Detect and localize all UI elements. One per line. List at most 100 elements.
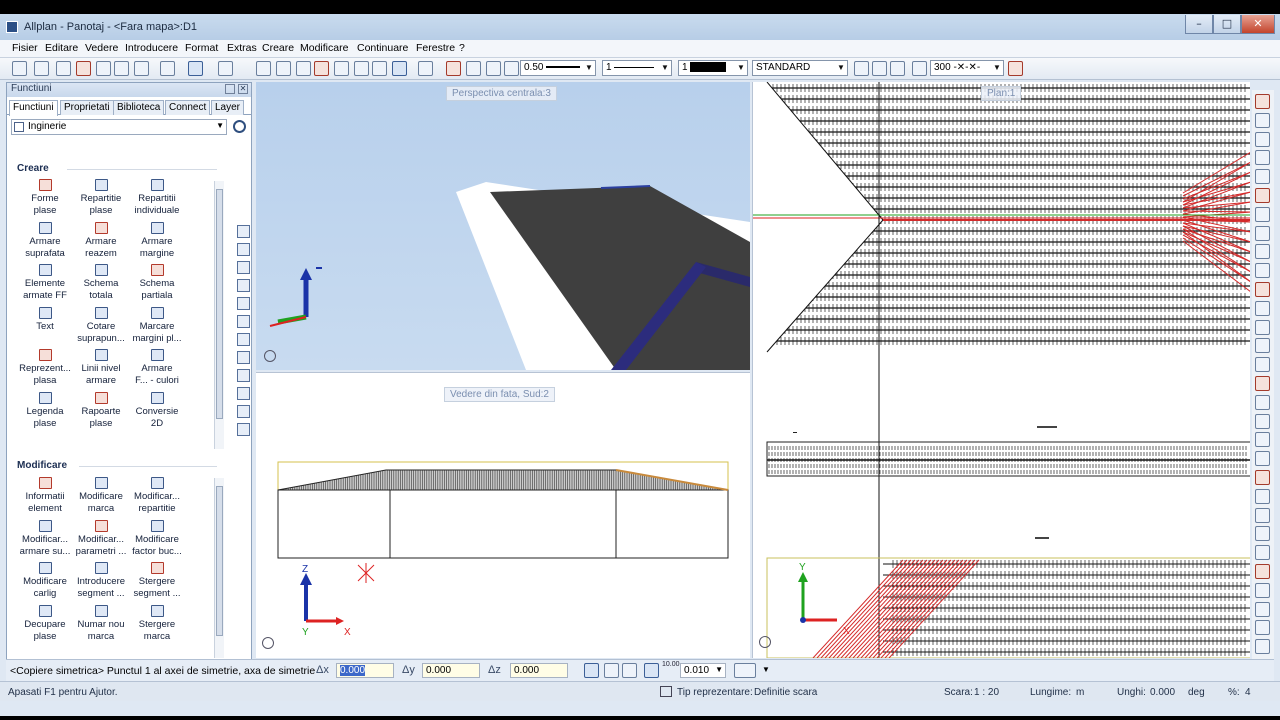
menu-editare[interactable]: Editare <box>45 42 78 54</box>
create-function-item[interactable]: Schema totala <box>73 264 129 306</box>
layer-select[interactable]: STANDARD ▼ <box>752 60 848 76</box>
search-icon[interactable] <box>233 120 246 133</box>
menu-creare[interactable]: Creare <box>262 42 294 54</box>
module-select[interactable]: Inginerie ▼ <box>11 119 227 135</box>
layer-settings-icon[interactable] <box>854 61 869 76</box>
move-icon[interactable] <box>96 61 111 76</box>
scrollbar-thumb[interactable] <box>216 486 223 636</box>
window-icon[interactable] <box>372 61 387 76</box>
pipette-icon[interactable] <box>504 61 519 76</box>
create-function-item[interactable]: Repartitie plase <box>73 179 129 221</box>
tool-icon[interactable] <box>237 423 250 436</box>
app-icon[interactable] <box>6 21 18 33</box>
pin-icon[interactable] <box>225 84 235 94</box>
create-function-item[interactable]: Marcare margini pl... <box>129 306 185 349</box>
tool-icon[interactable] <box>237 243 250 256</box>
modify-scrollbar[interactable] <box>214 478 224 658</box>
modify-function-item[interactable]: Stergere segment ... <box>129 562 185 604</box>
transfer-icon[interactable] <box>354 61 369 76</box>
maximize-button[interactable]: □ <box>1213 15 1241 34</box>
create-function-item[interactable]: Armare suprafata <box>17 221 73 264</box>
wizard-icon[interactable] <box>76 61 91 76</box>
create-function-item[interactable]: Rapoarte plase <box>73 391 129 434</box>
view-settings-icon[interactable] <box>264 350 276 362</box>
minimize-button[interactable]: – <box>1185 15 1213 34</box>
create-function-item[interactable]: Forme plase <box>17 179 73 221</box>
menu-introducere[interactable]: Introducere <box>125 42 178 54</box>
modify-function-item[interactable]: Stergere marca <box>129 604 185 647</box>
create-function-item[interactable]: Legenda plase <box>17 391 73 434</box>
create-function-item[interactable]: Repartitii individuale <box>129 179 185 221</box>
layer-visibility-icon[interactable] <box>872 61 887 76</box>
tool-icon[interactable] <box>237 315 250 328</box>
scrollbar-thumb[interactable] <box>216 189 223 419</box>
tool-icon[interactable] <box>237 333 250 346</box>
menu-format[interactable]: Format <box>185 42 218 54</box>
modify-function-item[interactable]: Introducere segment ... <box>73 562 129 604</box>
tool-icon[interactable] <box>237 225 250 238</box>
undo-icon[interactable] <box>188 61 203 76</box>
create-function-item[interactable]: Cotare suprapun... <box>73 306 129 349</box>
modify-function-item[interactable]: Informatii element <box>17 477 73 519</box>
tool-icon[interactable] <box>237 405 250 418</box>
color-select[interactable]: 1 ▼ <box>678 60 748 76</box>
modify-function-item[interactable]: Modificare carlig <box>17 562 73 604</box>
snap-icon[interactable] <box>912 61 927 76</box>
menu-fisier[interactable]: Fisier <box>12 42 38 54</box>
open-icon[interactable] <box>56 61 71 76</box>
viewport-front[interactable]: Z Y X Vedere din fata, Sud:2 <box>256 372 750 658</box>
create-function-item[interactable]: Armare reazem <box>73 221 129 264</box>
create-function-item[interactable]: Text <box>17 306 73 349</box>
save-icon[interactable] <box>114 61 129 76</box>
help-icon[interactable] <box>418 61 433 76</box>
close-icon[interactable]: ✕ <box>238 84 248 94</box>
pointer-icon[interactable] <box>466 61 481 76</box>
tool-icon[interactable] <box>237 279 250 292</box>
tool-icon[interactable] <box>237 297 250 310</box>
create-scrollbar[interactable] <box>214 181 224 449</box>
copy-icon[interactable] <box>276 61 291 76</box>
modify-function-item[interactable]: Modificar... parametri ... <box>73 519 129 562</box>
layer-lock-icon[interactable] <box>890 61 905 76</box>
menu-modificare[interactable]: Modificare <box>300 42 348 54</box>
modify-function-item[interactable]: Modificare marca <box>73 477 129 519</box>
menu-help[interactable]: ? <box>459 42 465 54</box>
redo-icon[interactable] <box>218 61 233 76</box>
print-icon[interactable] <box>134 61 149 76</box>
create-function-item[interactable]: Elemente armate FF <box>17 264 73 306</box>
create-function-item[interactable]: Conversie 2D <box>129 391 185 434</box>
create-function-item[interactable]: Reprezent... plasa <box>17 349 73 391</box>
pen-icon[interactable] <box>486 61 501 76</box>
menu-extras[interactable]: Extras <box>227 42 257 54</box>
delete-icon[interactable] <box>314 61 329 76</box>
menu-ferestre[interactable]: Ferestre <box>416 42 455 54</box>
tab-functiuni[interactable]: Functiuni <box>9 100 58 116</box>
paste-icon[interactable] <box>296 61 311 76</box>
tool-icon[interactable] <box>237 351 250 364</box>
tab-biblioteca[interactable]: Biblioteca <box>113 100 165 115</box>
format-icon[interactable] <box>446 61 461 76</box>
viewport-perspective[interactable]: Perspectiva centrala:3 <box>256 82 750 370</box>
create-function-item[interactable]: Schema partiala <box>129 264 185 306</box>
line-type-select[interactable]: 1 ▼ <box>602 60 672 76</box>
menu-vedere[interactable]: Vedere <box>85 42 118 54</box>
view-settings-icon[interactable] <box>262 637 274 649</box>
create-function-item[interactable]: Armare F... - culori <box>129 349 185 391</box>
cut-icon[interactable] <box>256 61 271 76</box>
modify-function-item[interactable]: Modificar... armare su... <box>17 519 73 562</box>
pattern-select[interactable]: 300 -✕-✕- ▼ <box>930 60 1004 76</box>
tab-layer[interactable]: Layer <box>211 100 245 115</box>
plot-icon[interactable] <box>160 61 175 76</box>
new-file-icon[interactable] <box>12 61 27 76</box>
create-function-item[interactable]: Armare margine <box>129 221 185 264</box>
modify-function-item[interactable]: Modificare factor buc... <box>129 519 185 562</box>
layout-icon[interactable] <box>34 61 49 76</box>
viewport-plan[interactable]: Y X Plan:1 <box>752 82 1250 658</box>
tool-icon[interactable] <box>237 387 250 400</box>
create-function-item[interactable]: Linii nivel armare <box>73 349 129 391</box>
3d-icon[interactable] <box>392 61 407 76</box>
tool-icon[interactable] <box>237 369 250 382</box>
modify-function-item[interactable]: Decupare plase <box>17 604 73 647</box>
menu-continuare[interactable]: Continuare <box>357 42 408 54</box>
pen-thickness-select[interactable]: 0.50 ▼ <box>520 60 596 76</box>
